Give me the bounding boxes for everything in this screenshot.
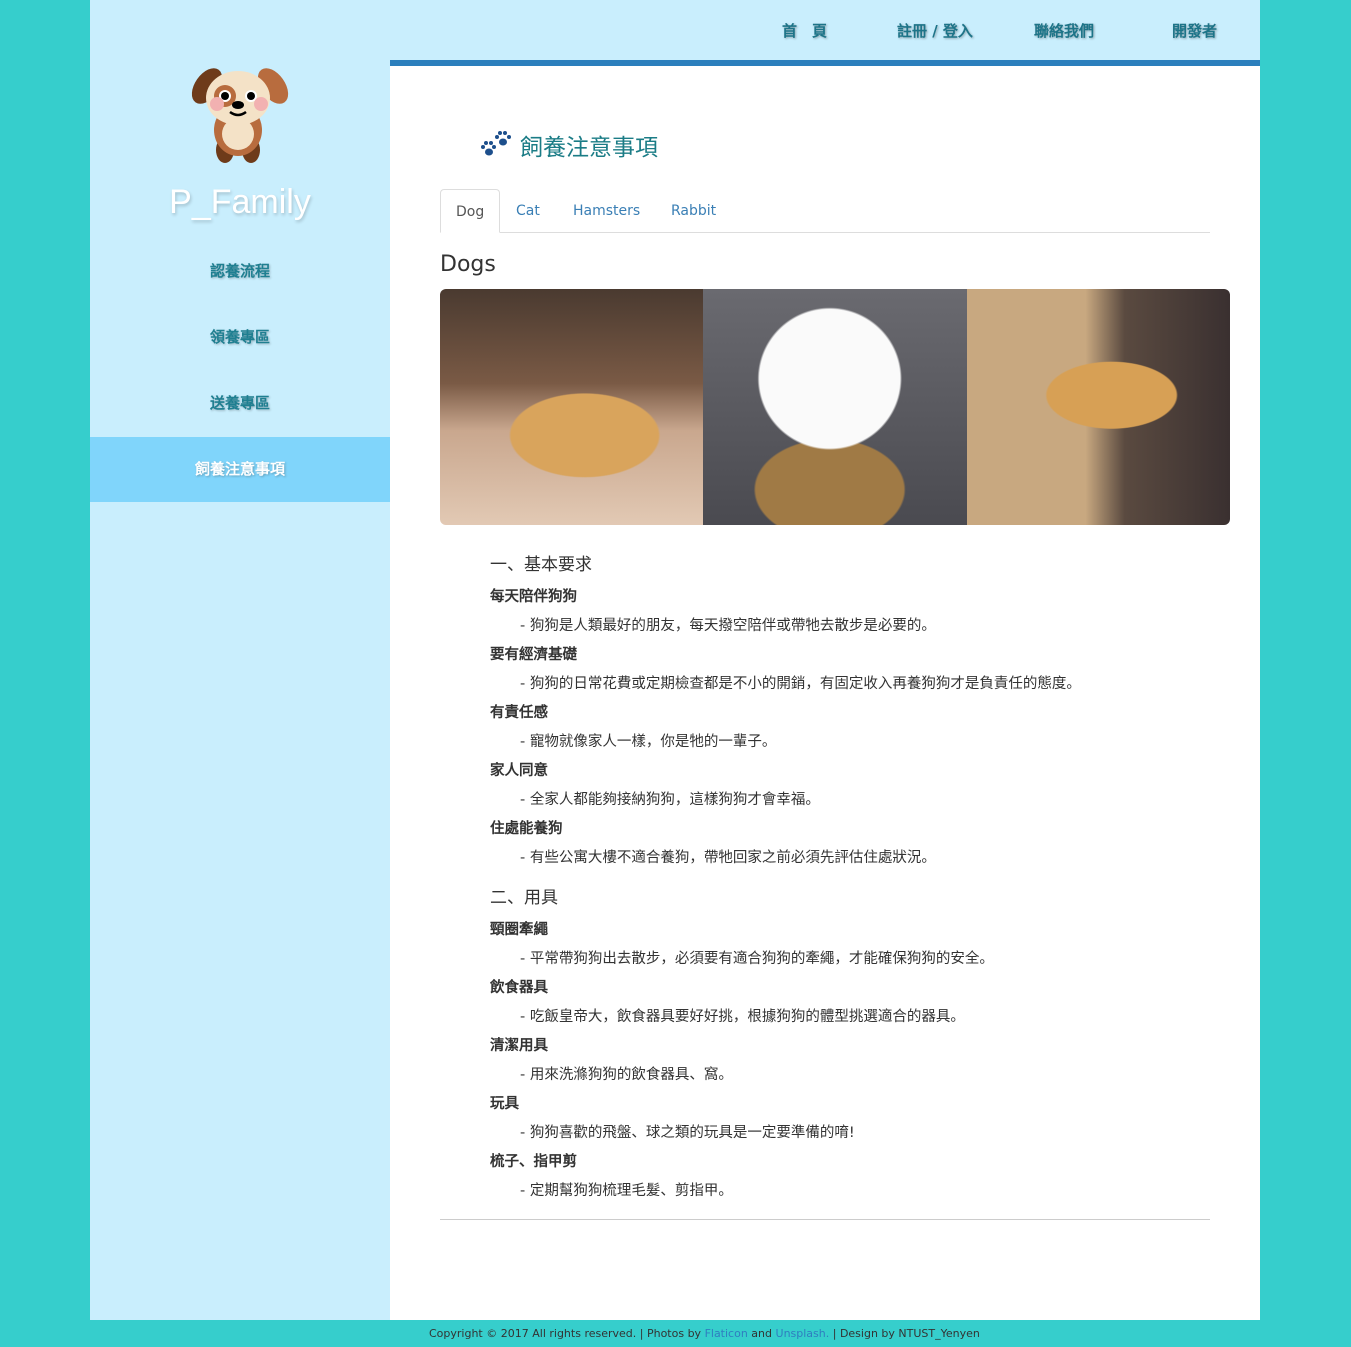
dog-photos xyxy=(440,289,1230,525)
section-heading: Dogs xyxy=(440,252,496,277)
sidebar-item-adoption-process[interactable]: 認養流程 xyxy=(90,239,390,304)
footer: Copyright © 2017 All rights reserved. | … xyxy=(0,1320,1351,1347)
sidebar-item-care-notes[interactable]: 飼養注意事項 xyxy=(90,437,390,502)
section-title: 一、基本要求 xyxy=(490,555,592,575)
tab-bar: Dog Cat Hamsters Rabbit xyxy=(440,189,1210,233)
sidebar: P_Family 認養流程 領養專區 送養專區 飼養注意事項 xyxy=(90,0,390,1320)
item-name: 有責任感 xyxy=(490,705,548,721)
footer-and: and xyxy=(747,1327,776,1340)
item-name: 住處能養狗 xyxy=(490,821,563,837)
item-description: - 平常帶狗狗出去散步，必須要有適合狗狗的牽繩，才能確保狗狗的安全。 xyxy=(520,951,994,967)
item-description: - 吃飯皇帝大，飲食器具要好好挑，根據狗狗的體型挑選適合的器具。 xyxy=(520,1009,965,1025)
care-content: 一、基本要求每天陪伴狗狗 - 狗狗是人類最好的朋友，每天撥空陪伴或帶牠去散步是必要… xyxy=(490,550,1190,1206)
item-description: - 定期幫狗狗梳理毛髮、剪指甲。 xyxy=(520,1183,733,1199)
page-title: 飼養注意事項 xyxy=(480,128,658,162)
paw-icon xyxy=(481,131,511,156)
item-description: - 全家人都能夠接納狗狗，這樣狗狗才會幸福。 xyxy=(520,792,820,808)
dog-logo-icon xyxy=(191,68,289,163)
section-title: 二、用具 xyxy=(490,888,558,908)
sidebar-item-rehome[interactable]: 送養專區 xyxy=(90,371,390,436)
item-name: 每天陪伴狗狗 xyxy=(490,589,577,605)
photo-pomeranian xyxy=(703,289,967,525)
item-description: - 狗狗是人類最好的朋友，每天撥空陪伴或帶牠去散步是必要的。 xyxy=(520,618,936,634)
item-description: - 狗狗的日常花費或定期檢查都是不小的開銷，有固定收入再養狗狗才是負責任的態度。 xyxy=(520,676,1081,692)
item-name: 家人同意 xyxy=(490,763,548,779)
photo-sleeping-dog xyxy=(440,289,704,525)
item-name: 要有經濟基礎 xyxy=(490,647,577,663)
main-content: 飼養注意事項 Dog Cat Hamsters Rabbit Dogs 一、基本… xyxy=(390,66,1260,1320)
footer-copyright: Copyright © 2017 All rights reserved. | … xyxy=(429,1327,705,1340)
tab-rabbit[interactable]: Rabbit xyxy=(656,189,731,233)
item-name: 清潔用具 xyxy=(490,1038,548,1054)
item-description: - 狗狗喜歡的飛盤、球之類的玩具是一定要準備的唷! xyxy=(520,1125,855,1141)
flaticon-link[interactable]: Flaticon xyxy=(705,1327,748,1340)
page-title-text: 飼養注意事項 xyxy=(520,135,658,161)
nav-contact[interactable]: 聯絡我們 xyxy=(1034,20,1094,41)
brand-name: P_Family xyxy=(169,183,311,221)
item-description: - 有些公寓大樓不適合養狗，帶牠回家之前必須先評估住處狀況。 xyxy=(520,850,936,866)
photo-standing-dog xyxy=(966,289,1230,525)
item-name: 梳子、指甲剪 xyxy=(490,1154,577,1170)
unsplash-link[interactable]: Unsplash. xyxy=(776,1327,830,1340)
nav-register-login[interactable]: 註冊 / 登入 xyxy=(897,20,973,41)
content-divider xyxy=(440,1219,1210,1220)
footer-design: | Design by NTUST_Yenyen xyxy=(829,1327,980,1340)
top-nav: 首 頁 註冊 / 登入 聯絡我們 開發者 xyxy=(390,0,1260,60)
tab-cat[interactable]: Cat xyxy=(501,189,555,233)
nav-home[interactable]: 首 頁 xyxy=(782,20,827,41)
item-name: 飲食器具 xyxy=(490,980,548,996)
tab-hamsters[interactable]: Hamsters xyxy=(558,189,655,233)
sidebar-item-adopt[interactable]: 領養專區 xyxy=(90,305,390,370)
item-name: 玩具 xyxy=(490,1096,519,1112)
tab-dog[interactable]: Dog xyxy=(440,189,501,233)
item-description: - 寵物就像家人一樣，你是牠的一輩子。 xyxy=(520,734,777,750)
nav-developer[interactable]: 開發者 xyxy=(1172,20,1217,41)
item-description: - 用來洗滌狗狗的飲食器具、窩。 xyxy=(520,1067,733,1083)
item-name: 頸圈牽繩 xyxy=(490,922,548,938)
